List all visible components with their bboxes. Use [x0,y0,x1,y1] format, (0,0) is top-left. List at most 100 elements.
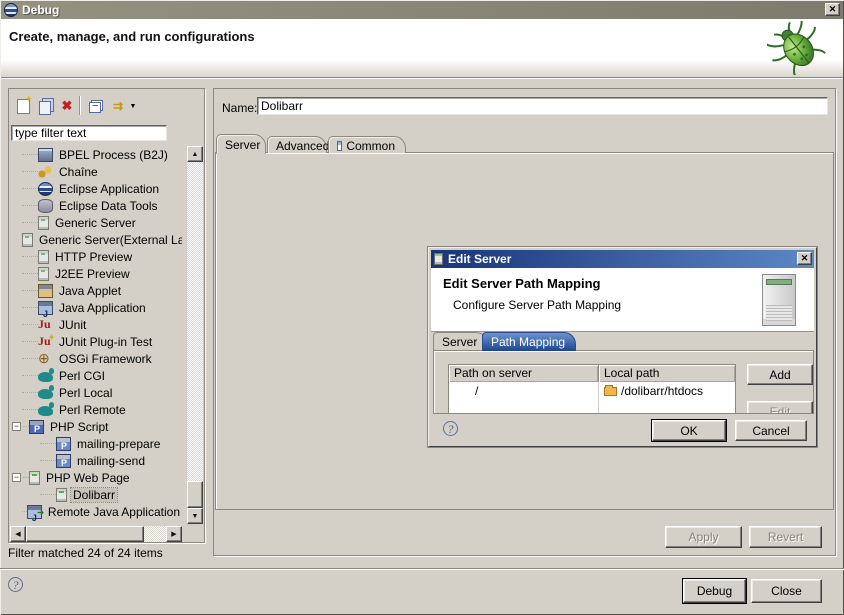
folder-icon [604,387,617,396]
tree-item-java-application[interactable]: Java Application [10,299,182,316]
tree-connector [22,358,38,359]
add-mapping-button[interactable]: Add [747,364,813,385]
tree-item-php-script[interactable]: −PHP Script [10,418,182,435]
dialog-close-button[interactable]: ✕ [797,252,812,265]
tree-connector [22,222,38,223]
osgi-icon [38,352,53,366]
column-header-path-on-server[interactable]: Path on server [449,365,599,382]
tree-item-junit-plug-in-test[interactable]: JUnit Plug-in Test [10,333,182,350]
tree-item-mailing-prepare[interactable]: mailing-prepare [10,435,182,452]
dialog-title: Edit Server [448,252,511,266]
tab-server[interactable]: Server [216,134,266,154]
tree-item-label: Java Application [57,301,148,315]
dialog-help-icon[interactable]: ? [443,421,458,436]
scroll-up-button[interactable]: ▲ [187,146,203,162]
revert-button[interactable]: Revert [749,526,822,548]
tree-item-label: Perl Local [57,386,114,400]
tree-item-cha-ne[interactable]: Chaîne [10,163,182,180]
filter-button[interactable]: ⇉ [107,97,127,115]
tab-advanced-label: Advanced [276,139,329,153]
tree-item-http-preview[interactable]: HTTP Preview [10,248,182,265]
empty-table-row [449,399,735,414]
debug-button[interactable]: Debug [683,579,746,603]
tree-connector [22,324,38,325]
name-input[interactable] [257,97,828,115]
scroll-down-button[interactable]: ▼ [187,508,203,524]
collapse-expander-icon[interactable]: − [12,473,21,482]
tab-common-label: Common [346,139,395,153]
tree-item-label: mailing-prepare [75,437,162,451]
tree-item-osgi-framework[interactable]: OSGi Framework [10,350,182,367]
horizontal-scroll-thumb[interactable] [26,526,144,542]
tree-item-java-applet[interactable]: Java Applet [10,282,182,299]
tree-item-generic-server[interactable]: Generic Server [10,214,182,231]
close-button[interactable]: Close [751,579,822,603]
banner-title: Create, manage, and run configurations [9,29,255,44]
tree-item-j2ee-preview[interactable]: J2EE Preview [10,265,182,282]
tree-item-label: BPEL Process (B2J) [57,148,170,162]
toolbar-separator [79,96,80,115]
server-path-cell: / [449,382,599,399]
filter-icon: ⇉ [113,99,121,113]
tree-item-generic-server-external-la[interactable]: Generic Server(External La [10,231,182,248]
name-label: Name: [222,101,257,115]
duplicate-config-button[interactable] [35,97,55,115]
dialog-titlebar[interactable]: Edit Server ✕ [431,250,814,268]
tree-item-php-web-page[interactable]: −PHP Web Page [10,469,182,486]
tree-item-dolibarr[interactable]: Dolibarr [10,486,182,503]
tree-item-perl-remote[interactable]: Perl Remote [10,401,182,418]
collapse-all-button[interactable] [85,97,105,115]
filter-input[interactable] [11,125,167,141]
dialog-tab-path-mapping-label: Path Mapping [491,335,565,349]
column-header-local-path[interactable]: Local path [599,365,735,382]
window-close-button[interactable]: ✕ [825,3,840,16]
server-php-icon [56,488,67,502]
window-title: Debug [22,3,59,17]
new-config-button[interactable] [13,97,33,115]
tree-item-label: Java Applet [57,284,123,298]
tree-connector [22,273,38,274]
tab-server-label: Server [225,138,260,152]
cancel-button[interactable]: Cancel [735,420,807,441]
vertical-scroll-thumb[interactable] [187,481,203,508]
tab-advanced[interactable]: Advanced [267,136,327,153]
tree-item-remote-java-application[interactable]: Remote Java Application [10,503,182,520]
delete-config-button[interactable]: ✖ [57,97,77,115]
junit-icon [38,318,53,332]
edit-mapping-button[interactable]: Edit [747,401,813,414]
window-titlebar[interactable]: Debug ✕ [1,1,843,19]
path-mapping-panel: Path on server Local path //dolibarr/htd… [433,350,814,414]
tree-item-bpel-process-b2j[interactable]: BPEL Process (B2J) [10,146,182,163]
camel-icon [38,406,53,416]
dialog-tab-server[interactable]: Server [433,332,488,350]
scroll-left-button[interactable]: ◀ [10,526,26,542]
debug-configurations-window: Debug ✕ Create, manage, and run configur… [0,0,844,615]
tree-item-mailing-send[interactable]: mailing-send [10,452,182,469]
camel-icon [38,389,53,399]
php-file-icon [56,454,71,468]
apply-button[interactable]: Apply [665,526,742,548]
tree-item-eclipse-application[interactable]: Eclipse Application [10,180,182,197]
tree-connector [40,443,56,444]
filter-menu-button[interactable]: ▼ [127,97,139,115]
path-mapping-row[interactable]: //dolibarr/htdocs [449,382,735,399]
tree-item-perl-cgi[interactable]: Perl CGI [10,367,182,384]
tree-connector [22,375,38,376]
junit-plugin-icon [38,335,53,349]
tree-connector [22,256,38,257]
tree-item-perl-local[interactable]: Perl Local [10,384,182,401]
help-icon[interactable]: ? [8,577,23,592]
server-icon [38,250,49,264]
tree-vertical-scrollbar[interactable]: ▲ ▼ [187,146,203,524]
tree-horizontal-scrollbar[interactable]: ◀ ▶ [10,526,182,542]
scroll-right-button[interactable]: ▶ [166,526,182,542]
dialog-tab-path-mapping[interactable]: Path Mapping [482,332,576,351]
ok-button[interactable]: OK [652,420,726,441]
tree-item-eclipse-data-tools[interactable]: Eclipse Data Tools [10,197,182,214]
tree-item-junit[interactable]: JUnit [10,316,182,333]
tree-item-label: Eclipse Data Tools [57,199,160,213]
tab-common[interactable]: Common [328,136,406,153]
java-icon [38,301,53,315]
path-mapping-table: Path on server Local path //dolibarr/htd… [448,364,736,414]
collapse-expander-icon[interactable]: − [12,422,21,431]
